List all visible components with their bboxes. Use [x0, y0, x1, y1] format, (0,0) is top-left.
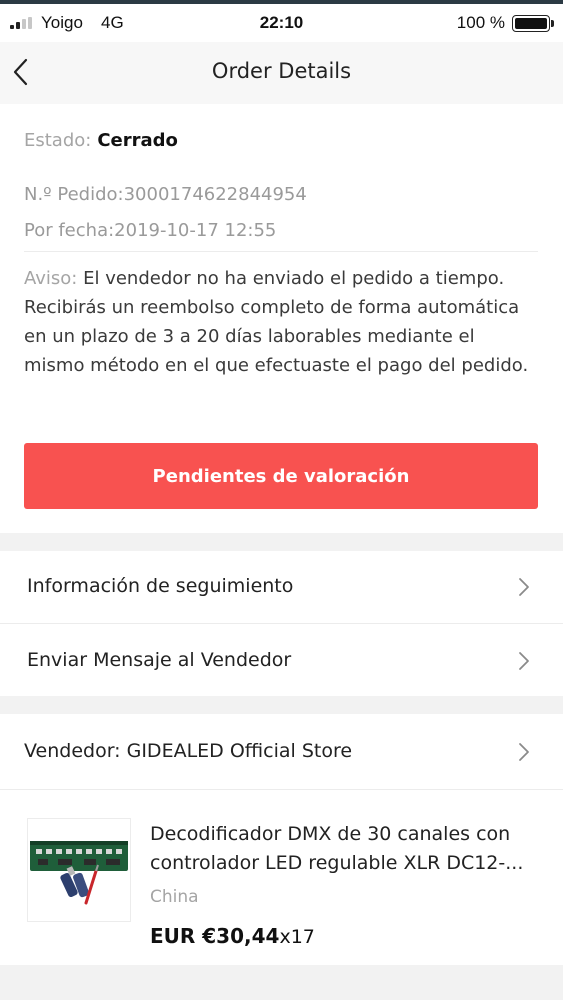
- product-origin: China: [150, 887, 199, 907]
- notice-text: El vendedor no ha enviado el pedido a ti…: [24, 268, 529, 376]
- battery-icon: [512, 15, 554, 32]
- chevron-right-icon: [517, 741, 531, 763]
- product-title: Decodificador DMX de 30 canales con cont…: [150, 823, 524, 874]
- seller-store-label: Vendedor: GIDEALED Official Store: [24, 740, 353, 762]
- chevron-right-icon: [517, 576, 531, 598]
- refund-notice: Aviso: El vendedor no ha enviado el pedi…: [24, 264, 538, 380]
- message-seller-row[interactable]: Enviar Mensaje al Vendedor: [0, 624, 563, 696]
- message-seller-label: Enviar Mensaje al Vendedor: [27, 649, 292, 671]
- divider: [24, 251, 538, 252]
- order-state-value: Cerrado: [97, 130, 178, 151]
- product-price: EUR €30,44x17: [150, 924, 315, 948]
- product-item[interactable]: Decodificador DMX de 30 canales con cont…: [0, 790, 563, 965]
- section-gap: [0, 696, 563, 714]
- pending-review-button[interactable]: Pendientes de valoración: [24, 443, 538, 509]
- page-title: Order Details: [211, 59, 352, 83]
- order-state: Estado: Cerrado: [24, 130, 178, 151]
- section-gap: [0, 533, 563, 551]
- price-amount: EUR €30,44: [150, 924, 280, 948]
- order-state-label: Estado:: [24, 130, 92, 151]
- navigation-bar: Order Details: [0, 42, 563, 104]
- tracking-info-row[interactable]: Información de seguimiento: [0, 551, 563, 623]
- seller-store-row[interactable]: Vendedor: GIDEALED Official Store: [0, 714, 563, 789]
- section-gap: [0, 965, 563, 1000]
- product-quantity: x17: [279, 926, 315, 948]
- order-date: Por fecha:2019-10-17 12:55: [24, 220, 277, 241]
- product-image: [27, 818, 131, 922]
- order-number: N.º Pedido:3000174622844954: [24, 184, 307, 205]
- notice-label: Aviso:: [24, 268, 78, 289]
- chevron-right-icon: [517, 650, 531, 672]
- status-bar: Yoigo 4G 22:10 100 %: [0, 4, 563, 42]
- battery-percentage: 100 %: [456, 13, 505, 32]
- tracking-info-label: Información de seguimiento: [27, 575, 294, 597]
